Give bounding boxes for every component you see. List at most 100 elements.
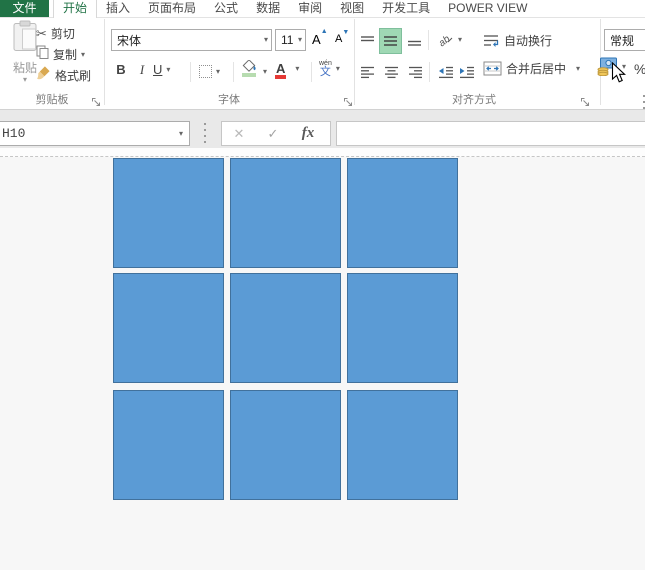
- font-size-chevron: ▾: [297, 35, 302, 44]
- font-size-value: 11: [281, 33, 294, 47]
- orientation-icon: ab: [437, 33, 453, 48]
- phonetic-chevron[interactable]: ▾: [336, 65, 340, 73]
- scissors-icon: ✂: [36, 25, 47, 41]
- file-tab[interactable]: 文件: [0, 0, 49, 17]
- underline-button[interactable]: U ▾: [153, 62, 170, 77]
- align-bottom-icon: [407, 40, 421, 46]
- worksheet-area[interactable]: [0, 157, 645, 570]
- phonetic-guide-button[interactable]: wén 文 ▾: [319, 60, 340, 78]
- align-middle-button[interactable]: [379, 28, 402, 54]
- tab-data[interactable]: 数据: [247, 0, 289, 17]
- font-color-chevron[interactable]: ▾: [295, 65, 299, 73]
- formula-input[interactable]: [336, 121, 645, 146]
- name-box-chevron[interactable]: ▾: [179, 129, 189, 138]
- borders-chevron[interactable]: ▾: [216, 67, 220, 76]
- name-box[interactable]: H10 ▾: [0, 121, 190, 146]
- shape[interactable]: [230, 390, 341, 500]
- font-size-select[interactable]: 11 ▾: [275, 29, 306, 51]
- sheet-top-border: [0, 148, 645, 157]
- tab-formulas[interactable]: 公式: [205, 0, 247, 17]
- bold-button[interactable]: B: [112, 62, 130, 77]
- ribbon-tab-bar: 文件 开始 插入 页面布局 公式 数据 审阅 视图 开发工具 POWER VIE…: [0, 0, 645, 18]
- clipboard-dialog-launcher-icon[interactable]: [91, 95, 102, 106]
- shape[interactable]: [230, 158, 341, 268]
- cancel-button[interactable]: ✕: [222, 126, 256, 142]
- decrease-indent-button[interactable]: [436, 62, 456, 82]
- cut-button[interactable]: ✂ 剪切: [36, 25, 75, 42]
- font-name-value: 宋体: [117, 33, 142, 48]
- tab-review[interactable]: 审阅: [289, 0, 331, 17]
- align-left-button[interactable]: [357, 62, 377, 82]
- tab-page-layout[interactable]: 页面布局: [139, 0, 205, 17]
- underline-chevron[interactable]: ▾: [166, 65, 170, 74]
- orientation-button[interactable]: ab ▾: [435, 31, 462, 48]
- fill-color-button[interactable]: ▾: [240, 59, 267, 83]
- svg-text:ab: ab: [437, 33, 453, 48]
- copy-button[interactable]: 复制 ▾: [36, 45, 85, 64]
- percent-icon: %: [634, 61, 645, 77]
- clipboard-group-label: 剪贴板: [35, 94, 69, 106]
- align-top-icon: [360, 36, 374, 42]
- merge-center-button[interactable]: 合并后居中 ▾: [483, 60, 580, 77]
- font-dialog-launcher-icon[interactable]: [343, 95, 354, 106]
- copy-dropdown-chevron[interactable]: ▾: [81, 50, 85, 59]
- font-color-icon: A: [275, 62, 287, 79]
- divider: [429, 62, 430, 82]
- font-color-button[interactable]: A ▾: [275, 62, 299, 79]
- underline-icon: U: [153, 62, 163, 77]
- fill-color-chevron[interactable]: ▾: [263, 67, 267, 76]
- italic-icon: I: [139, 62, 145, 77]
- increase-font-button[interactable]: A ▲: [312, 28, 328, 47]
- align-right-button[interactable]: [405, 62, 425, 82]
- shape[interactable]: [347, 158, 458, 268]
- alignment-group-label: 对齐方式: [452, 94, 496, 106]
- wrap-text-icon: [484, 34, 499, 47]
- cut-button-label: 剪切: [50, 27, 75, 41]
- tab-view[interactable]: 视图: [331, 0, 373, 17]
- align-middle-icon: [384, 36, 397, 46]
- shape[interactable]: [113, 158, 224, 268]
- shape[interactable]: [347, 390, 458, 500]
- percent-style-button[interactable]: %: [634, 61, 645, 77]
- insert-function-button[interactable]: fx: [290, 125, 326, 142]
- font-name-select[interactable]: 宋体 ▾: [111, 29, 272, 51]
- borders-icon: [199, 65, 212, 78]
- alignment-dialog-launcher-icon[interactable]: [580, 95, 591, 106]
- bold-icon: B: [116, 62, 126, 77]
- merge-center-chevron[interactable]: ▾: [576, 64, 580, 73]
- format-painter-brush-icon: [36, 65, 51, 85]
- shape[interactable]: [113, 273, 224, 383]
- increase-indent-button[interactable]: [457, 62, 477, 82]
- tab-home[interactable]: 开始: [53, 0, 98, 18]
- divider: [233, 62, 234, 82]
- align-bottom-button[interactable]: [404, 30, 424, 52]
- number-format-value: 常规: [610, 33, 635, 48]
- align-top-button[interactable]: [357, 30, 377, 52]
- align-right-icon: [408, 66, 422, 78]
- font-name-chevron: ▾: [263, 35, 268, 44]
- formula-bar-divider: [204, 123, 206, 145]
- format-painter-label: 格式刷: [55, 68, 92, 83]
- shape[interactable]: [347, 273, 458, 383]
- ribbon: 粘贴 ▾ ✂ 剪切 复制 ▾ 格式刷 剪贴板 宋体 ▾ 11 ▾ A ▲ A ▼…: [0, 17, 645, 110]
- tab-insert[interactable]: 插入: [97, 0, 139, 17]
- number-format-select[interactable]: 常规: [604, 29, 645, 51]
- enter-button[interactable]: ✓: [256, 126, 290, 142]
- name-box-value: H10: [2, 126, 26, 141]
- italic-button[interactable]: I: [134, 62, 150, 78]
- align-center-button[interactable]: [381, 62, 401, 82]
- decrease-font-button[interactable]: A ▼: [335, 29, 350, 45]
- mouse-cursor-icon: [611, 61, 626, 89]
- bottom-strip: [0, 570, 645, 574]
- tab-developer[interactable]: 开发工具: [373, 0, 439, 17]
- orientation-chevron[interactable]: ▾: [458, 35, 462, 44]
- wrap-text-button[interactable]: 自动换行: [483, 32, 552, 49]
- tab-power-view[interactable]: POWER VIEW: [439, 0, 536, 17]
- format-painter-button[interactable]: 格式刷: [36, 65, 91, 85]
- decrease-font-icon: A ▼: [335, 29, 350, 45]
- align-center-icon: [384, 66, 398, 78]
- shape[interactable]: [113, 390, 224, 500]
- shape[interactable]: [230, 273, 341, 383]
- increase-font-icon: A ▲: [312, 28, 328, 47]
- borders-button[interactable]: ▾: [199, 65, 220, 78]
